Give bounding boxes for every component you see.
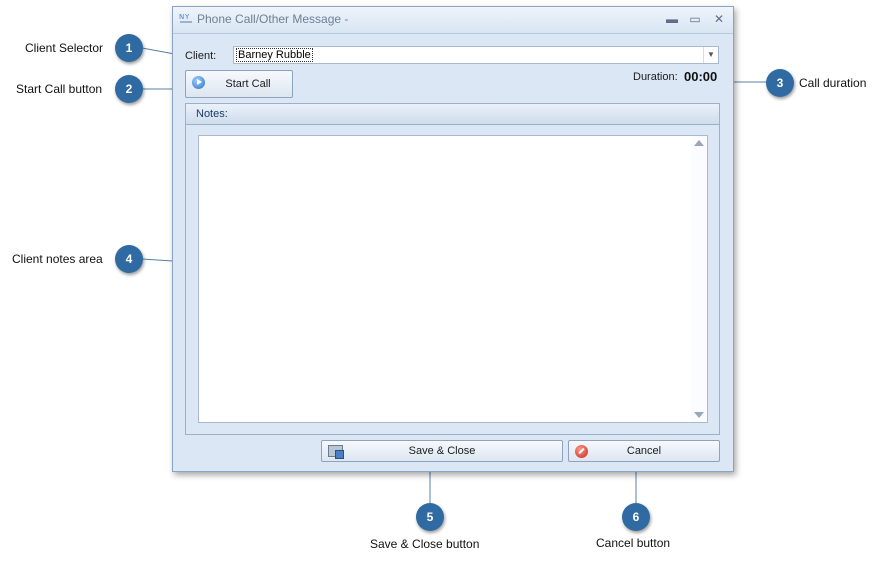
cancel-button[interactable]: Cancel: [568, 440, 720, 462]
title-bar[interactable]: N Y Phone Call/Other Message - ▬ ▭ ✕: [173, 7, 733, 34]
minimize-button[interactable]: ▬: [663, 10, 681, 28]
scroll-up-icon[interactable]: [694, 140, 704, 146]
notes-header: Notes:: [186, 104, 719, 125]
client-selected-value: Barney Rubble: [236, 48, 313, 62]
window-title: Phone Call/Other Message -: [197, 12, 349, 26]
duration-value: 00:00: [684, 69, 718, 84]
chevron-down-icon[interactable]: ▼: [703, 47, 718, 63]
duration-label: Duration:: [633, 71, 678, 83]
scroll-down-icon[interactable]: [694, 412, 704, 418]
close-button[interactable]: ✕: [710, 10, 728, 28]
svg-text:N: N: [179, 13, 184, 21]
notes-scrollbar[interactable]: [691, 136, 707, 422]
callout-badge-4: 4: [115, 245, 143, 273]
client-label: Client:: [185, 50, 217, 62]
callout-text-2: Start Call button: [16, 82, 103, 96]
maximize-button[interactable]: ▭: [686, 10, 704, 28]
save-close-button[interactable]: Save & Close: [321, 440, 563, 462]
cancel-label: Cancel: [626, 445, 662, 457]
callout-badge-2: 2: [115, 75, 143, 103]
start-call-label: Start Call: [225, 78, 271, 90]
phone-call-dialog: N Y Phone Call/Other Message - ▬ ▭ ✕ Cli…: [172, 6, 734, 472]
client-selector[interactable]: Barney Rubble ▼: [233, 46, 719, 64]
notes-label: Notes:: [196, 108, 228, 120]
app-logo-icon: N Y: [179, 13, 192, 23]
callout-text-5: Save & Close button: [370, 537, 480, 551]
callout-text-4: Client notes area: [12, 252, 103, 266]
client-notes-textarea[interactable]: [198, 135, 708, 423]
svg-text:Y: Y: [184, 13, 190, 21]
save-close-label: Save & Close: [408, 445, 476, 457]
callout-badge-1: 1: [115, 34, 143, 62]
start-call-button[interactable]: Start Call: [185, 70, 293, 98]
callout-text-1: Client Selector: [25, 41, 104, 55]
callout-badge-3: 3: [766, 69, 794, 97]
notes-panel: Notes:: [185, 103, 720, 435]
callout-badge-6: 6: [622, 503, 650, 531]
callout-text-3: Call duration: [799, 76, 867, 90]
callout-badge-5: 5: [416, 503, 444, 531]
callout-text-6: Cancel button: [596, 536, 671, 550]
